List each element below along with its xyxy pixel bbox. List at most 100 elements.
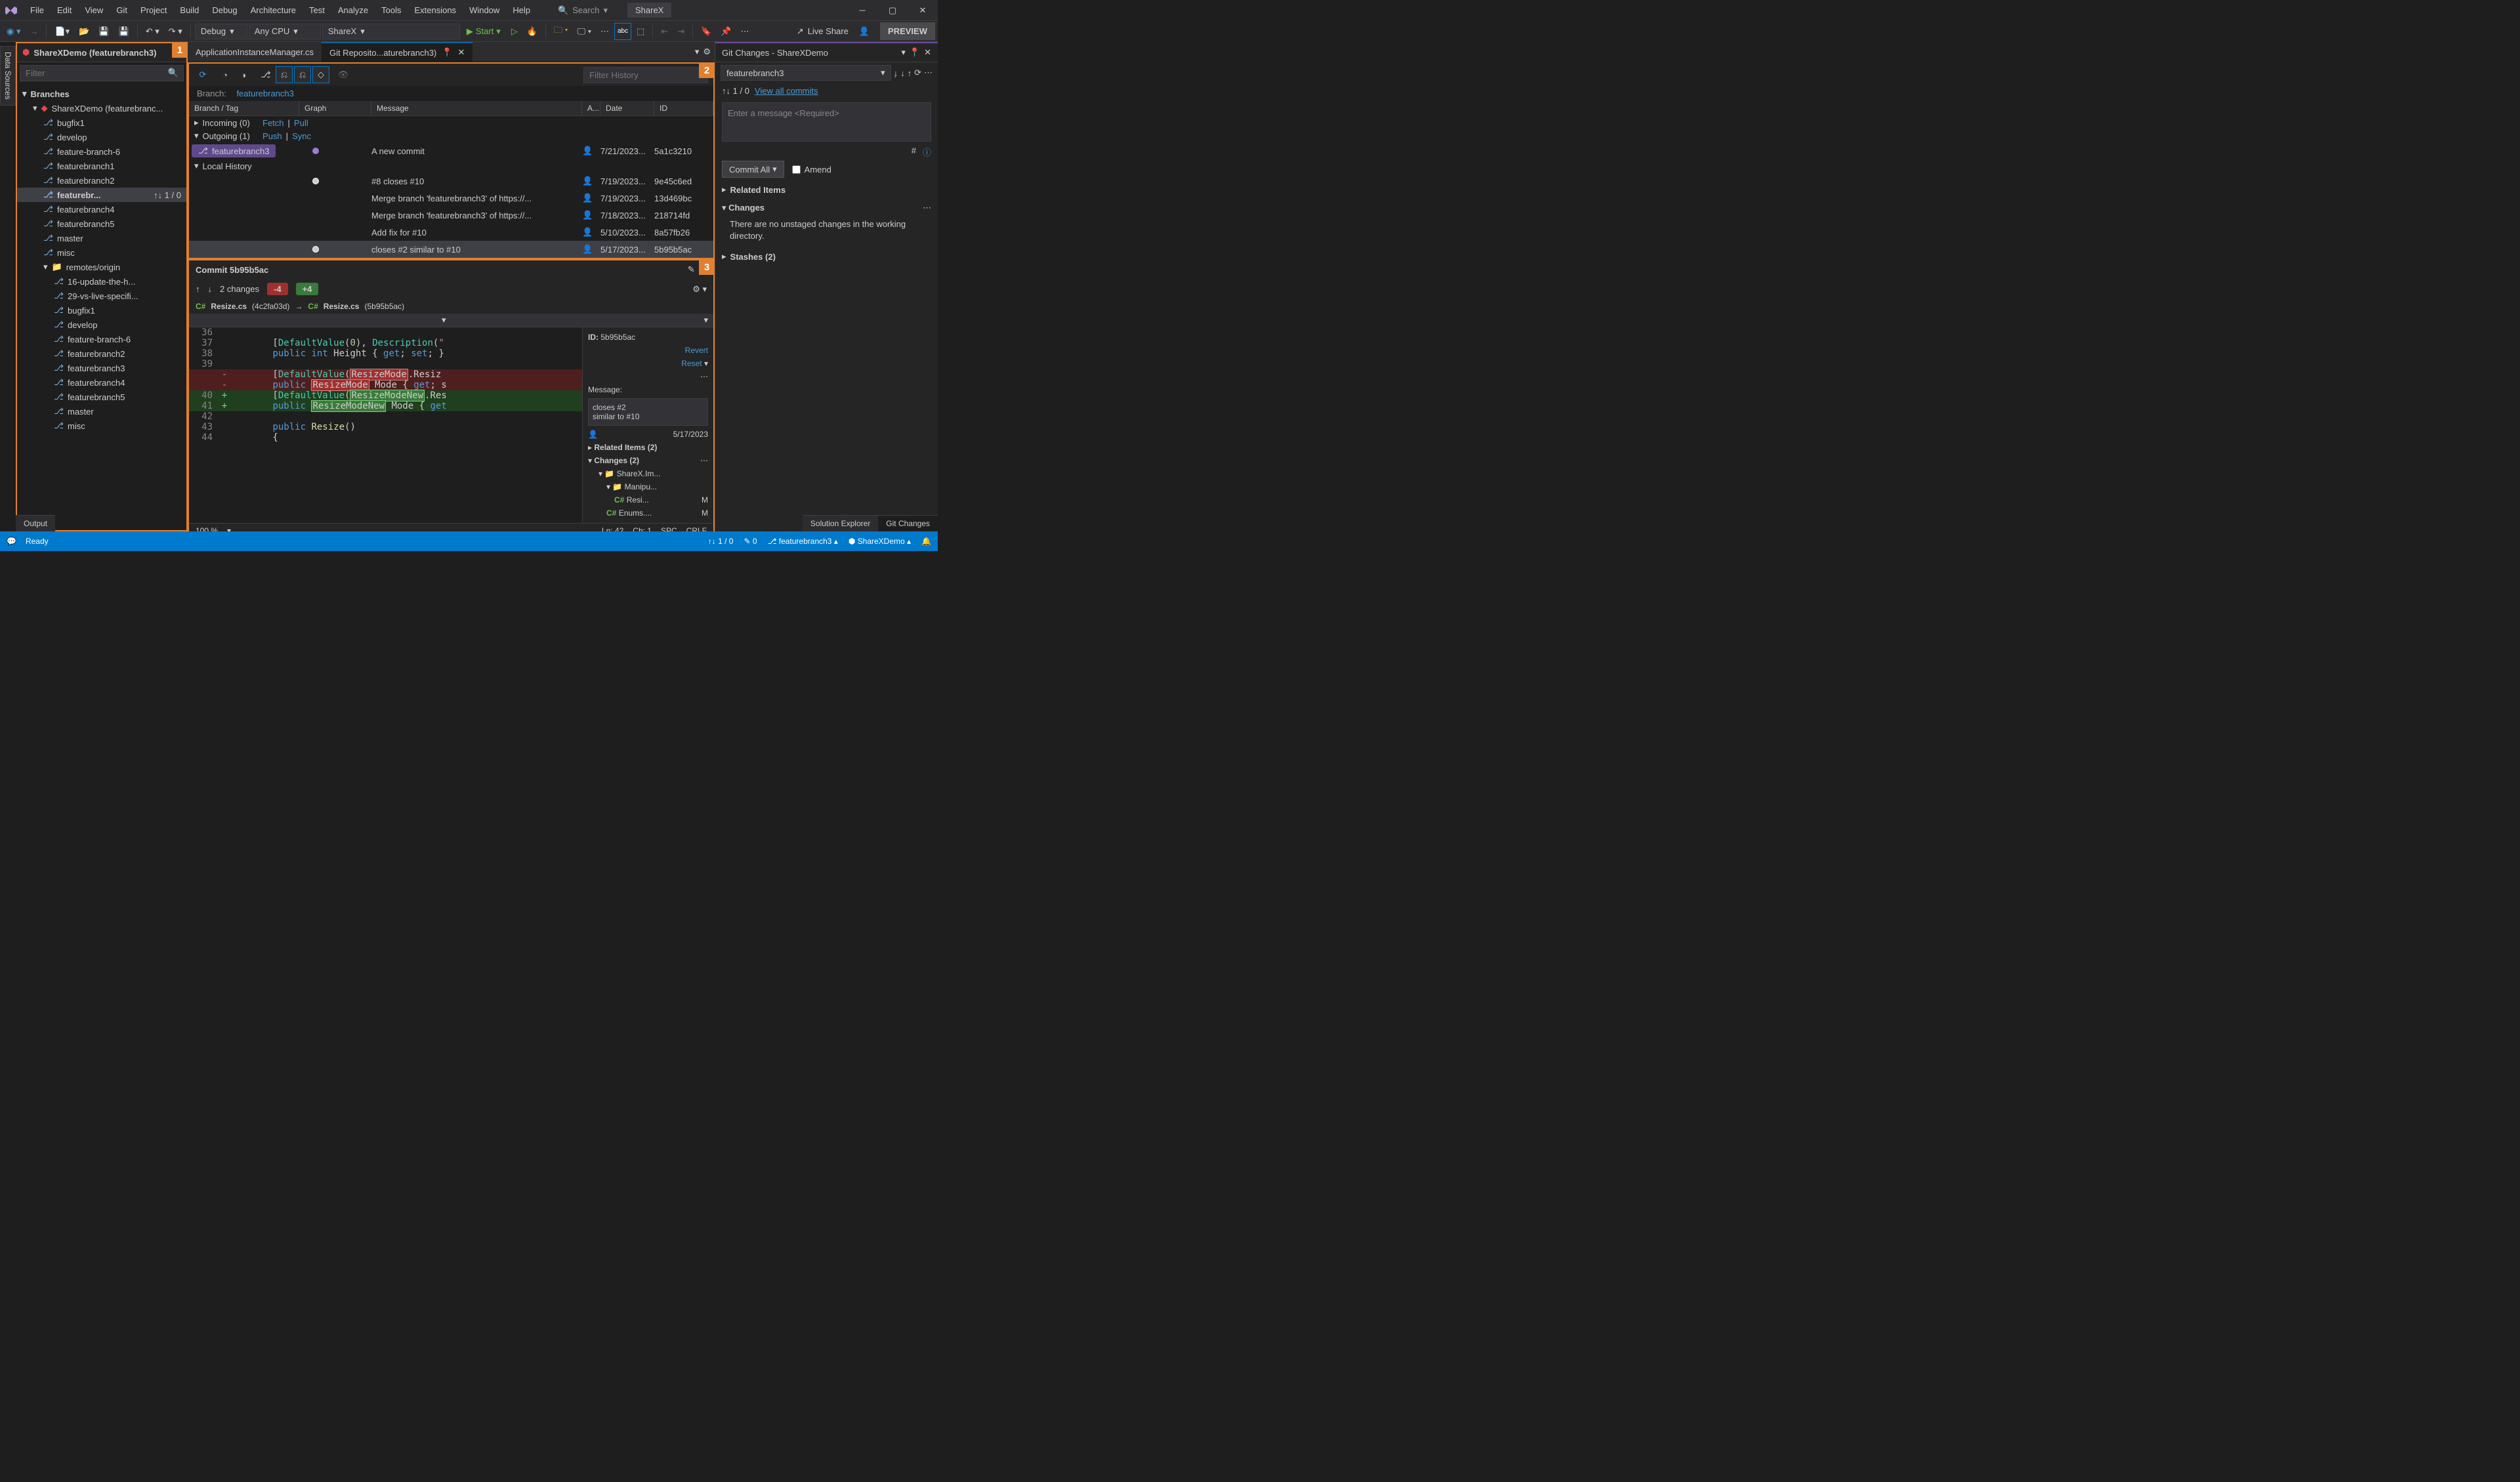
more-icon[interactable]: ⋯ bbox=[700, 456, 708, 465]
fetch-icon[interactable]: ↓̣ bbox=[894, 68, 898, 78]
history-row[interactable]: Add fix for #10 👤 5/10/2023... 8a57fb26 bbox=[189, 224, 713, 241]
right-nav-dropdown[interactable]: ▾ bbox=[452, 314, 714, 327]
menu-build[interactable]: Build bbox=[173, 1, 205, 19]
config-dropdown[interactable]: Debug▾ bbox=[195, 24, 247, 39]
repo-header[interactable]: ⬢ ShareXDemo (featurebranch3) 1 bbox=[17, 43, 186, 62]
diff-code-pane[interactable]: 36 37 [DefaultValue(0), Description(" 38… bbox=[189, 327, 582, 523]
sync-status[interactable]: ↑↓ 1 / 0 bbox=[708, 537, 734, 546]
pull-icon[interactable]: ↓ bbox=[900, 68, 905, 78]
abc-toggle[interactable]: abc bbox=[614, 23, 631, 40]
git-changes-tab[interactable]: Git Changes bbox=[878, 516, 938, 531]
related-items[interactable]: ▸ Related Items (2) bbox=[588, 443, 708, 452]
more-menu[interactable]: ⋯ bbox=[588, 372, 708, 381]
outgoing-commit[interactable]: ⎇featurebranch3 A new commit 👤 7/21/2023… bbox=[189, 142, 713, 159]
tag-btn[interactable]: ◇ bbox=[312, 66, 329, 83]
menu-test[interactable]: Test bbox=[303, 1, 331, 19]
remote-featurebranch3[interactable]: ⎇featurebranch3 bbox=[17, 361, 186, 375]
more-icon[interactable]: ⋯ bbox=[923, 203, 931, 213]
branches-node[interactable]: ▾ Branches bbox=[17, 87, 186, 101]
dropdown-icon[interactable]: ▾ bbox=[901, 47, 906, 58]
branch-master[interactable]: ⎇master bbox=[17, 231, 186, 245]
local-history-section[interactable]: ▾ Local History bbox=[189, 159, 713, 173]
project-dropdown[interactable]: ShareX▾ bbox=[322, 24, 460, 39]
outgoing-section[interactable]: ▾ Outgoing (1) Push | Sync bbox=[189, 129, 713, 142]
remote-16[interactable]: ⎇16-update-the-h... bbox=[17, 274, 186, 289]
col-branch[interactable]: Branch / Tag bbox=[189, 101, 299, 115]
menu-debug[interactable]: Debug bbox=[205, 1, 243, 19]
output-tab[interactable]: Output bbox=[16, 515, 55, 531]
outdent-button[interactable]: ⇤ bbox=[657, 24, 672, 39]
pin-icon[interactable]: 📍 bbox=[910, 47, 920, 58]
bookmark-button[interactable]: 🔖 bbox=[697, 24, 715, 39]
branch-filter-btn[interactable]: ⎇ bbox=[257, 66, 274, 83]
menu-tools[interactable]: Tools bbox=[375, 1, 408, 19]
menu-window[interactable]: Window bbox=[463, 1, 506, 19]
tree-enums[interactable]: C# Enums....M bbox=[588, 508, 708, 518]
remotes-node[interactable]: ▾ 📁 remotes/origin bbox=[17, 260, 186, 274]
menu-file[interactable]: File bbox=[24, 1, 51, 19]
remote-featurebranch5[interactable]: ⎇featurebranch5 bbox=[17, 390, 186, 404]
hot-reload-button[interactable]: 🔥 bbox=[523, 24, 541, 39]
error-count[interactable]: ✎ 0 bbox=[744, 537, 757, 546]
fetch-link[interactable]: Fetch bbox=[262, 118, 284, 128]
hidden-btn[interactable]: 👁 bbox=[335, 66, 352, 83]
minimize-button[interactable]: ─ bbox=[847, 0, 877, 21]
more-button[interactable]: ⋯ bbox=[737, 24, 753, 39]
col-id[interactable]: ID bbox=[654, 101, 713, 115]
filter-history-input[interactable] bbox=[583, 67, 708, 83]
remote-featurebranch4[interactable]: ⎇featurebranch4 bbox=[17, 375, 186, 390]
graph-view-btn[interactable]: ⎌ bbox=[276, 66, 293, 83]
view-all-commits-link[interactable]: View all commits bbox=[755, 86, 818, 96]
undo-button[interactable]: ↶ ▾ bbox=[142, 24, 163, 39]
menu-help[interactable]: Help bbox=[506, 1, 537, 19]
branch-develop[interactable]: ⎇develop bbox=[17, 130, 186, 144]
commit-all-button[interactable]: Commit All ▾ bbox=[722, 161, 784, 178]
nav-forward-button[interactable]: → bbox=[26, 24, 42, 39]
close-icon[interactable]: ✕ bbox=[924, 47, 931, 58]
remote-29[interactable]: ⎇29-vs-live-specifi... bbox=[17, 289, 186, 303]
feedback-button[interactable]: 👤 bbox=[855, 24, 873, 39]
remote-master[interactable]: ⎇master bbox=[17, 404, 186, 419]
menu-edit[interactable]: Edit bbox=[51, 1, 78, 19]
changes-section[interactable]: ▾ Changes⋯ bbox=[715, 199, 938, 217]
start-noattach-button[interactable]: ▷ bbox=[507, 24, 522, 39]
remote-develop[interactable]: ⎇develop bbox=[17, 318, 186, 332]
branch-dropdown[interactable]: featurebranch3▾ bbox=[721, 65, 891, 81]
dropdown-icon[interactable]: ▾ bbox=[695, 47, 700, 57]
menu-project[interactable]: Project bbox=[134, 1, 173, 19]
open-button[interactable]: 📂 bbox=[75, 24, 93, 39]
nav-back-button[interactable]: ◉ ▾ bbox=[3, 24, 24, 39]
menu-git[interactable]: Git bbox=[110, 1, 134, 19]
col-author[interactable]: A... bbox=[582, 101, 600, 115]
gear-icon[interactable]: ⚙ bbox=[703, 47, 711, 57]
close-button[interactable]: ✕ bbox=[908, 0, 938, 21]
branch-current[interactable]: ⎇featurebr...↑↓ 1 / 0 bbox=[17, 188, 186, 202]
remote-featurebranch2[interactable]: ⎇featurebranch2 bbox=[17, 346, 186, 361]
branch-bugfix1[interactable]: ⎇bugfix1 bbox=[17, 115, 186, 130]
platform-dropdown[interactable]: Any CPU▾ bbox=[249, 24, 321, 39]
maximize-button[interactable]: ▢ bbox=[877, 0, 908, 21]
branch-featurebranch1[interactable]: ⎇featurebranch1 bbox=[17, 159, 186, 173]
save-button[interactable]: 💾 bbox=[94, 24, 113, 39]
branch-status[interactable]: ⎇ featurebranch3 ▴ bbox=[768, 537, 838, 546]
graph-btn2[interactable]: ◑ bbox=[235, 66, 252, 83]
related-items-section[interactable]: ▸ Related Items bbox=[715, 180, 938, 199]
menu-architecture[interactable]: Architecture bbox=[244, 1, 303, 19]
pull-link[interactable]: Pull bbox=[294, 118, 308, 128]
amend-checkbox[interactable]: Amend bbox=[792, 165, 831, 175]
pin-button[interactable]: 📌 bbox=[717, 24, 735, 39]
doc-fmt-button[interactable]: ⬚ bbox=[633, 24, 648, 39]
revert-link[interactable]: Revert bbox=[685, 346, 708, 355]
list-view-btn[interactable]: ⎌ bbox=[294, 66, 311, 83]
stashes-section[interactable]: ▸ Stashes (2) bbox=[715, 247, 938, 266]
branch-featurebranch4[interactable]: ⎇featurebranch4 bbox=[17, 202, 186, 216]
ext-button[interactable]: ⋯ bbox=[597, 24, 613, 39]
filter-input[interactable] bbox=[20, 65, 184, 81]
history-row[interactable]: closes #2 similar to #10 👤 5/17/2023... … bbox=[189, 241, 713, 258]
sync-link[interactable]: Sync bbox=[292, 131, 311, 141]
tree-resize[interactable]: C# Resi...M bbox=[588, 495, 708, 504]
remote-feature6[interactable]: ⎇feature-branch-6 bbox=[17, 332, 186, 346]
remote-misc[interactable]: ⎇misc bbox=[17, 419, 186, 433]
more-icon[interactable]: ⋯ bbox=[924, 68, 933, 78]
tree-sharex[interactable]: ▾ 📁 ShareX.Im... bbox=[588, 469, 708, 478]
